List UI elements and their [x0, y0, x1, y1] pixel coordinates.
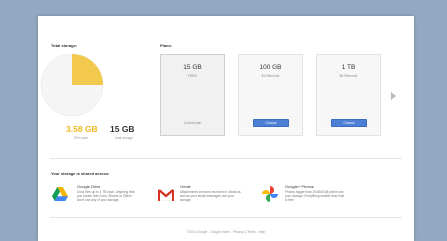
choose-1tb-button[interactable]: Choose — [331, 119, 367, 127]
section-divider — [50, 158, 402, 159]
footer-links[interactable]: ©2014 Google - Google Home - Privacy & T… — [38, 230, 414, 234]
total-storage-label: Total storage: — [51, 43, 78, 48]
service-desc-photos: Photos bigger than 2048x2048 pixels use … — [285, 190, 344, 203]
plan-card-1tb: 1 TB $9.99/month Choose — [316, 54, 381, 136]
plan-price: $9.99/month — [339, 74, 358, 78]
service-name-photos: Google+ Photos — [285, 184, 314, 189]
plan-size: 1 TB — [341, 64, 356, 71]
shared-storage-label: Your storage is shared across: — [51, 171, 110, 176]
footer-divider — [50, 217, 402, 218]
current-plan-label: Current plan — [183, 121, 202, 125]
service-name-gmail: Gmail — [180, 184, 191, 189]
plan-price: FREE! — [187, 74, 198, 78]
next-plans-arrow-icon[interactable] — [391, 92, 396, 100]
service-desc-drive: Docs files up to 1 TB each. Anything tha… — [77, 190, 135, 203]
plan-size: 15 GB — [183, 64, 202, 71]
plan-card-100gb: 100 GB $1.99/month Choose — [238, 54, 303, 136]
google-photos-icon — [262, 186, 278, 202]
gmail-icon — [158, 189, 174, 201]
choose-100gb-button[interactable]: Choose — [253, 119, 289, 127]
used-storage-value: 3.58 GB — [66, 124, 98, 134]
plans-label: Plans: — [160, 43, 173, 48]
storage-pie-chart — [40, 53, 104, 117]
used-storage-caption: 25% used — [73, 136, 89, 140]
google-drive-icon — [52, 187, 68, 201]
total-storage-value: 15 GB — [110, 124, 135, 134]
service-name-drive: Google Drive — [77, 184, 101, 189]
plan-size: 100 GB — [259, 64, 282, 71]
pie-used-slice — [72, 54, 103, 85]
plan-price: $1.99/month — [261, 74, 280, 78]
service-desc-gmail: Attachments sent and received in Gmail a… — [180, 190, 241, 203]
total-storage-caption: total storage — [115, 136, 133, 140]
plan-card-15gb[interactable]: 15 GB FREE! Current plan — [160, 54, 225, 136]
